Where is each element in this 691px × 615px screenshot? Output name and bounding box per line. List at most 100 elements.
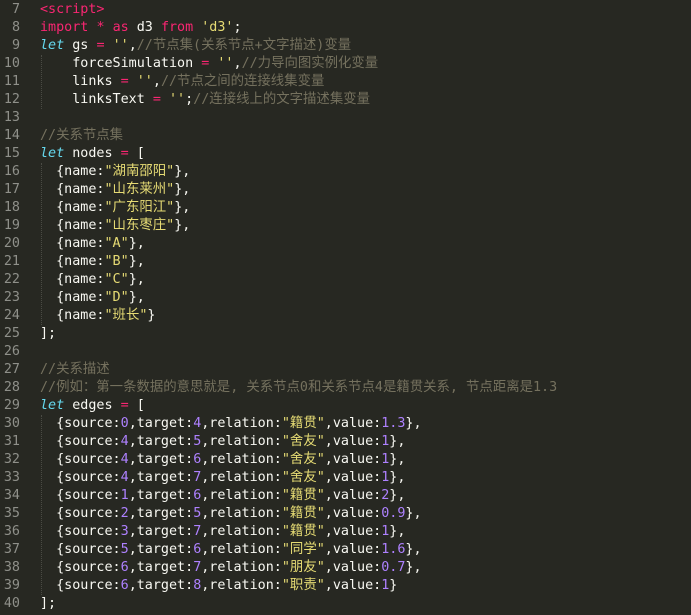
code-token: ,relation: <box>201 542 282 557</box>
code-token: ,target: <box>128 434 194 449</box>
code-line[interactable]: 27 //关系描述 <box>0 361 691 379</box>
code-line[interactable]: 32 {source:4,target:6,relation:"舍友",valu… <box>0 451 691 469</box>
code-token: 1 <box>120 488 129 503</box>
code-line[interactable]: 31 {source:4,target:5,relation:"舍友",valu… <box>0 433 691 451</box>
code-line[interactable]: 18 {name:"广东阳江"}, <box>0 199 691 217</box>
code-line[interactable]: 33 {source:4,target:7,relation:"舍友",valu… <box>0 469 691 487</box>
code-token: , <box>152 74 161 89</box>
line-number: 32 <box>3 452 20 467</box>
code-line[interactable]: 13 <box>0 109 691 127</box>
code-token: ,value: <box>324 578 382 593</box>
code-token: ,target: <box>128 452 194 467</box>
line-number: 12 <box>3 92 20 107</box>
code-token: ,relation: <box>201 578 282 593</box>
code-line[interactable]: 28 //例如：第一条数据的意思就是, 关系节点0和关系节点4是籍贯关系, 节点距… <box>0 379 691 397</box>
code-token: 0 <box>120 416 129 431</box>
line-number: 35 <box>3 506 20 521</box>
code-token: 4 <box>120 452 129 467</box>
code-line[interactable]: 38 {source:6,target:7,relation:"朋友",valu… <box>0 559 691 577</box>
code-token: "C" <box>104 272 129 287</box>
code-token: [ <box>128 146 145 161</box>
line-number: 23 <box>3 290 20 305</box>
line-number: 10 <box>3 56 20 71</box>
code-token: forceSimulation <box>40 56 202 71</box>
code-text: let edges = [ <box>40 397 145 415</box>
code-token: "A" <box>104 236 129 251</box>
code-line[interactable]: 35 {source:2,target:5,relation:"籍贯",valu… <box>0 505 691 523</box>
code-text: {source:5,target:6,relation:"同学",value:1… <box>40 541 421 559</box>
code-line[interactable]: 22 {name:"C"}, <box>0 271 691 289</box>
code-text: ]; <box>40 325 56 343</box>
code-line[interactable]: 26 <box>0 343 691 361</box>
line-number: 26 <box>3 344 20 359</box>
code-token: 6 <box>120 560 129 575</box>
code-token: "湖南邵阳" <box>104 164 175 179</box>
line-number: 8 <box>11 20 20 35</box>
code-line[interactable]: 23 {name:"D"}, <box>0 289 691 307</box>
code-token: ; <box>233 20 242 35</box>
code-token: = <box>96 38 105 53</box>
code-token: edges <box>64 398 121 413</box>
code-token: ,value: <box>324 488 382 503</box>
code-token: 0.7 <box>381 560 406 575</box>
line-number: 29 <box>3 398 20 413</box>
code-token: "职责" <box>281 578 325 593</box>
code-token: gs <box>64 38 97 53</box>
code-line[interactable]: 19 {name:"山东枣庄"}, <box>0 217 691 235</box>
code-line[interactable]: 17 {name:"山东莱州"}, <box>0 181 691 199</box>
code-line[interactable]: 30 {source:0,target:4,relation:"籍贯",valu… <box>0 415 691 433</box>
code-line[interactable]: 9 let gs = '',//节点集(关系节点+文字描述)变量 <box>0 37 691 55</box>
code-line[interactable]: 21 {name:"B"}, <box>0 253 691 271</box>
code-token: {name: <box>40 290 105 305</box>
code-token: , <box>233 56 242 71</box>
code-line[interactable]: 24 {name:"班长"} <box>0 307 691 325</box>
code-line[interactable]: 16 {name:"湖南邵阳"}, <box>0 163 691 181</box>
code-line[interactable]: 29 let edges = [ <box>0 397 691 415</box>
code-token: {name: <box>40 218 105 233</box>
code-line[interactable]: 36 {source:3,target:7,relation:"籍贯",valu… <box>0 523 691 541</box>
code-text: linksText = '';//连接线上的文字描述集变量 <box>40 91 370 109</box>
code-line[interactable]: 37 {source:5,target:6,relation:"同学",valu… <box>0 541 691 559</box>
code-token: ,value: <box>324 434 382 449</box>
code-token: "舍友" <box>281 434 325 449</box>
line-number: 19 <box>3 218 20 233</box>
code-token: }, <box>389 452 406 467</box>
code-line[interactable]: 7 <script> <box>0 1 691 19</box>
code-line[interactable]: 10 forceSimulation = '',//力导向图实例化变量 <box>0 55 691 73</box>
code-token: {source: <box>40 488 121 503</box>
code-token: = <box>152 92 161 107</box>
line-number: 17 <box>3 182 20 197</box>
code-text: forceSimulation = '',//力导向图实例化变量 <box>40 55 378 73</box>
code-line[interactable]: 8 import * as d3 from 'd3'; <box>0 19 691 37</box>
code-line[interactable]: 11 links = '',//节点之间的连接线集变量 <box>0 73 691 91</box>
code-editor[interactable]: 7 <script> 8 import * as d3 from 'd3'; 9 let … <box>0 0 691 615</box>
line-number: 31 <box>3 434 20 449</box>
code-line[interactable]: 39 {source:6,target:8,relation:"职责",valu… <box>0 577 691 595</box>
code-token: = <box>120 146 129 161</box>
code-line[interactable]: 14 //关系节点集 <box>0 127 691 145</box>
code-token: }, <box>174 200 191 215</box>
code-text: {name:"B"}, <box>40 253 145 271</box>
code-line[interactable]: 25]; <box>0 325 691 343</box>
code-token: "班长" <box>104 308 148 323</box>
code-token: 'd3' <box>201 20 234 35</box>
code-text: {name:"湖南邵阳"}, <box>40 163 190 181</box>
code-text: ]; <box>40 595 56 613</box>
code-token: } <box>147 308 156 323</box>
code-token: "籍贯" <box>281 416 325 431</box>
code-token: ,target: <box>128 416 194 431</box>
code-token: <script> <box>40 2 105 17</box>
code-token: }, <box>128 254 145 269</box>
code-line[interactable]: 20 {name:"A"}, <box>0 235 691 253</box>
code-line[interactable]: 34 {source:1,target:6,relation:"籍贯",valu… <box>0 487 691 505</box>
code-token: ,target: <box>128 578 194 593</box>
code-token: * <box>96 20 105 35</box>
code-line[interactable]: 12 linksText = '';//连接线上的文字描述集变量 <box>0 91 691 109</box>
code-line[interactable]: 40]; <box>0 595 691 613</box>
code-text: {source:6,target:8,relation:"职责",value:1… <box>40 577 397 595</box>
code-token: ,relation: <box>201 434 282 449</box>
code-line[interactable]: 15 let nodes = [ <box>0 145 691 163</box>
code-token: ,target: <box>128 488 194 503</box>
